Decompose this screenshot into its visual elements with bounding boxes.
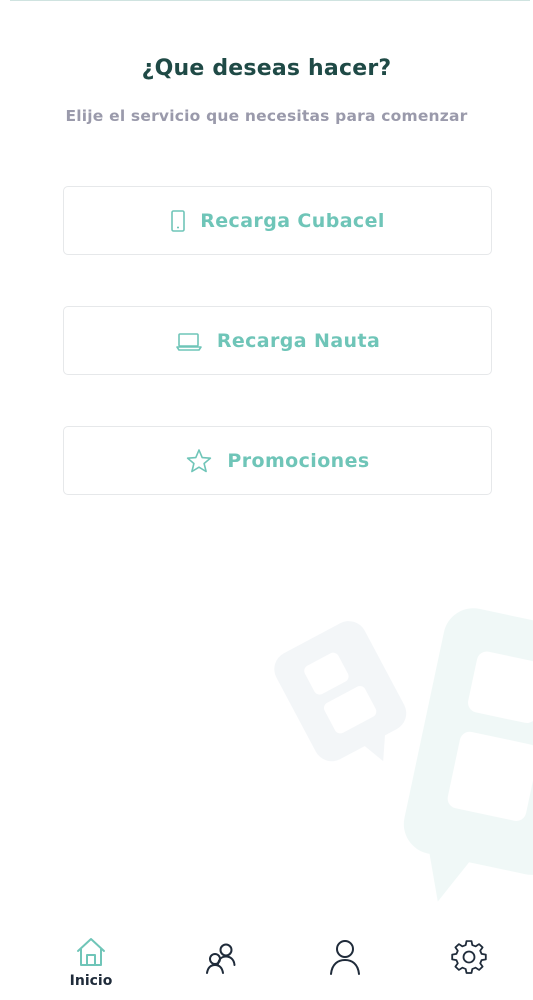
recarga-nauta-button[interactable]: Recarga Nauta <box>63 306 492 375</box>
page-subtitle: Elije el servicio que necesitas para com… <box>65 107 468 125</box>
laptop-icon <box>175 331 203 351</box>
nav-inicio[interactable]: Inicio <box>61 936 121 996</box>
app-screen: ¿Que deseas hacer? Elije el servicio que… <box>0 0 533 1000</box>
nav-profile[interactable] <box>315 936 375 996</box>
option-label: Recarga Cubacel <box>200 209 385 232</box>
settings-icon <box>451 940 487 980</box>
option-label: Promociones <box>227 449 370 472</box>
star-icon <box>185 447 213 475</box>
nav-users[interactable] <box>191 936 251 996</box>
profile-icon <box>328 938 362 980</box>
users-icon <box>203 940 239 980</box>
brand-watermark <box>274 608 533 902</box>
option-label: Recarga Nauta <box>216 329 381 352</box>
page-title: ¿Que deseas hacer? <box>141 56 392 81</box>
recarga-cubacel-button[interactable]: Recarga Cubacel <box>63 186 492 255</box>
bottom-navigation: Inicio <box>0 930 533 1000</box>
nav-label-inicio: Inicio <box>69 973 113 989</box>
promociones-button[interactable]: Promociones <box>63 426 492 495</box>
top-divider <box>10 0 530 1</box>
nav-settings[interactable] <box>439 936 499 996</box>
phone-icon <box>170 209 186 233</box>
home-icon <box>74 936 108 972</box>
